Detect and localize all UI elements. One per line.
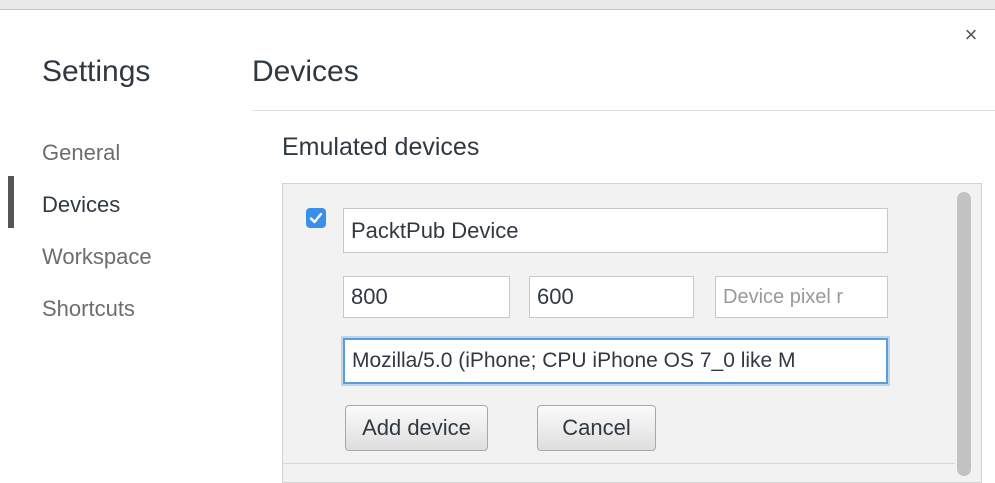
device-height-field[interactable] <box>529 276 694 318</box>
panel-scrollbar[interactable] <box>957 192 971 476</box>
sidebar-item-workspace[interactable]: Workspace <box>0 236 230 288</box>
header-divider <box>252 110 995 111</box>
device-enabled-checkbox[interactable] <box>306 208 326 228</box>
checkmark-icon <box>309 212 323 224</box>
add-device-button[interactable]: Add device <box>345 405 488 451</box>
device-width-field[interactable] <box>343 276 510 318</box>
sidebar-item-shortcuts[interactable]: Shortcuts <box>0 288 230 340</box>
page-title: Devices <box>252 55 359 88</box>
settings-sidebar: General Devices Workspace Shortcuts <box>0 132 230 340</box>
panel-divider <box>282 463 955 464</box>
close-icon[interactable]: × <box>960 24 982 46</box>
section-title: Emulated devices <box>282 133 480 161</box>
window-top-strip <box>0 0 995 10</box>
sidebar-item-devices[interactable]: Devices <box>0 184 230 236</box>
settings-title: Settings <box>42 55 151 88</box>
user-agent-field[interactable] <box>343 338 888 384</box>
device-name-field[interactable] <box>343 208 888 253</box>
cancel-button[interactable]: Cancel <box>537 405 656 451</box>
device-pixel-ratio-field[interactable] <box>715 276 888 318</box>
sidebar-item-general[interactable]: General <box>0 132 230 184</box>
